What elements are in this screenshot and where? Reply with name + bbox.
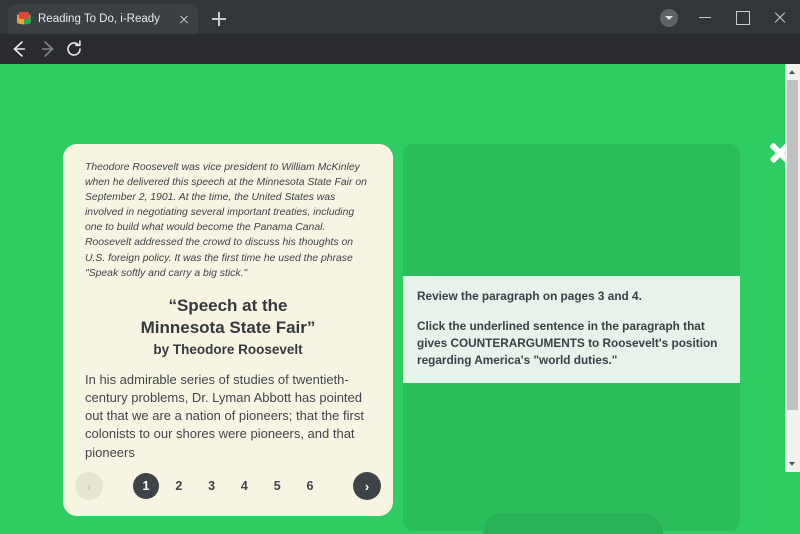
scroll-up-icon[interactable] [785, 64, 800, 79]
browser-window: Reading To Do, i-Ready login.i-ready.com… [0, 0, 800, 534]
instruction-line-2: Click the underlined sentence in the par… [417, 319, 718, 367]
activity-panel: Review the paragraph on pages 3 and 4. C… [403, 144, 740, 534]
window-close-button[interactable] [760, 0, 800, 34]
page-number-6[interactable]: 6 [297, 473, 323, 499]
page-number-2[interactable]: 2 [166, 473, 192, 499]
passage-title-line-2: Minnesota State Fair” [140, 317, 316, 337]
prev-page-button[interactable]: ‹ [75, 472, 103, 500]
page-number-3[interactable]: 3 [199, 473, 225, 499]
iready-cube-icon [17, 12, 31, 26]
tab-title: Reading To Do, i-Ready [38, 13, 160, 25]
reload-icon[interactable] [63, 38, 85, 60]
page-number-5[interactable]: 5 [264, 473, 290, 499]
pagination: ‹ 1 2 3 4 5 6 › [63, 472, 393, 506]
forward-arrow-icon [37, 38, 59, 60]
passage-byline: by Theodore Roosevelt [153, 341, 303, 357]
passage-intro: Theodore Roosevelt was vice president to… [85, 162, 367, 279]
scrollbar-thumb[interactable] [787, 80, 798, 410]
page-number-list: 1 2 3 4 5 6 [133, 472, 323, 500]
tab-close-icon[interactable] [176, 11, 192, 27]
new-tab-button[interactable] [208, 8, 230, 30]
passage-title: “Speech at the Minnesota State Fair” [85, 295, 371, 339]
tab-strip: Reading To Do, i-Ready [0, 0, 800, 34]
browser-toolbar: login.i-ready.com/student/dashboard/home [0, 34, 800, 94]
scrollbar-track-end [785, 472, 800, 534]
page-scrollbar[interactable] [785, 64, 800, 534]
page-viewport: Theodore Roosevelt was vice president to… [0, 64, 800, 534]
reading-passage-card: Theodore Roosevelt was vice president to… [63, 144, 393, 516]
page-number-4[interactable]: 4 [231, 473, 257, 499]
passage-title-line-1: “Speech at the [168, 295, 288, 315]
profile-chip-icon[interactable] [660, 9, 678, 27]
page-number-1[interactable]: 1 [133, 473, 159, 499]
next-page-button[interactable]: › [353, 472, 381, 500]
browser-tab[interactable]: Reading To Do, i-Ready [8, 4, 198, 34]
instruction-line-1: Review the paragraph on pages 3 and 4. [417, 289, 642, 303]
passage-body: In his admirable series of studies of tw… [85, 371, 364, 460]
back-arrow-icon[interactable] [8, 38, 30, 60]
window-maximize-button[interactable] [722, 0, 764, 34]
instruction-box: Review the paragraph on pages 3 and 4. C… [403, 276, 740, 383]
scroll-down-icon[interactable] [785, 457, 800, 472]
panel-bottom-shape [483, 513, 663, 534]
